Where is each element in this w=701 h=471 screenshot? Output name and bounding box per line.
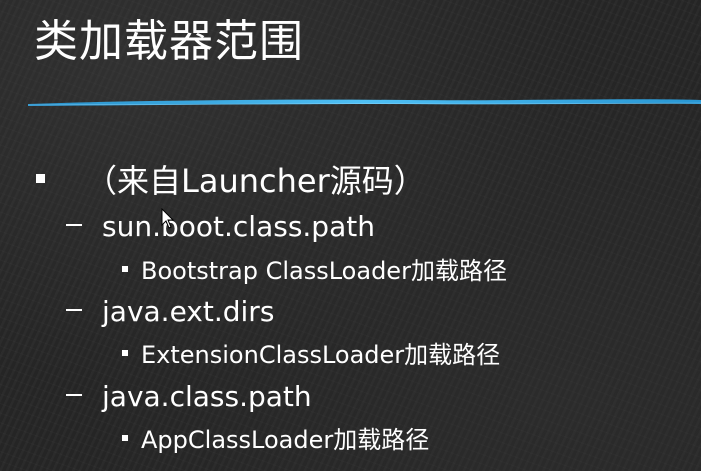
- detail-text: ExtensionClassLoader加载路径: [141, 341, 501, 369]
- bullet-detail-3: AppClassLoader加载路径: [122, 423, 429, 456]
- bullet-detail-2: ExtensionClassLoader加载路径: [122, 338, 500, 371]
- bullet-level1-text: （来自Launcher源码）: [85, 162, 426, 200]
- dash-bullet-icon: [66, 309, 82, 311]
- square-bullet-icon: [122, 350, 128, 356]
- bullet-level1: （来自Launcher源码）: [36, 157, 426, 203]
- detail-text: AppClassLoader加载路径: [141, 426, 430, 454]
- dash-bullet-icon: [66, 394, 82, 396]
- bullet-property-2: java.ext.dirs: [66, 292, 274, 331]
- bullet-property-3: java.class.path: [66, 377, 312, 416]
- dash-bullet-icon: [66, 224, 82, 226]
- property-text: java.class.path: [102, 380, 312, 413]
- square-bullet-icon: [122, 435, 128, 441]
- property-text: java.ext.dirs: [102, 295, 275, 328]
- property-text: sun.boot.class.path: [102, 210, 375, 243]
- bullet-detail-1: Bootstrap ClassLoader加载路径: [122, 254, 507, 287]
- mouse-pointer-icon: [161, 208, 175, 229]
- bullet-property-1: sun.boot.class.path: [66, 207, 375, 246]
- detail-text: Bootstrap ClassLoader加载路径: [141, 257, 507, 285]
- bullet-list: （来自Launcher源码） sun.boot.class.path Boots…: [0, 0, 701, 471]
- square-bullet-icon: [122, 266, 128, 272]
- slide: 类加载器范围 （来自Launcher源码） sun.boot.class.pat…: [0, 0, 701, 471]
- square-bullet-icon: [36, 173, 45, 183]
